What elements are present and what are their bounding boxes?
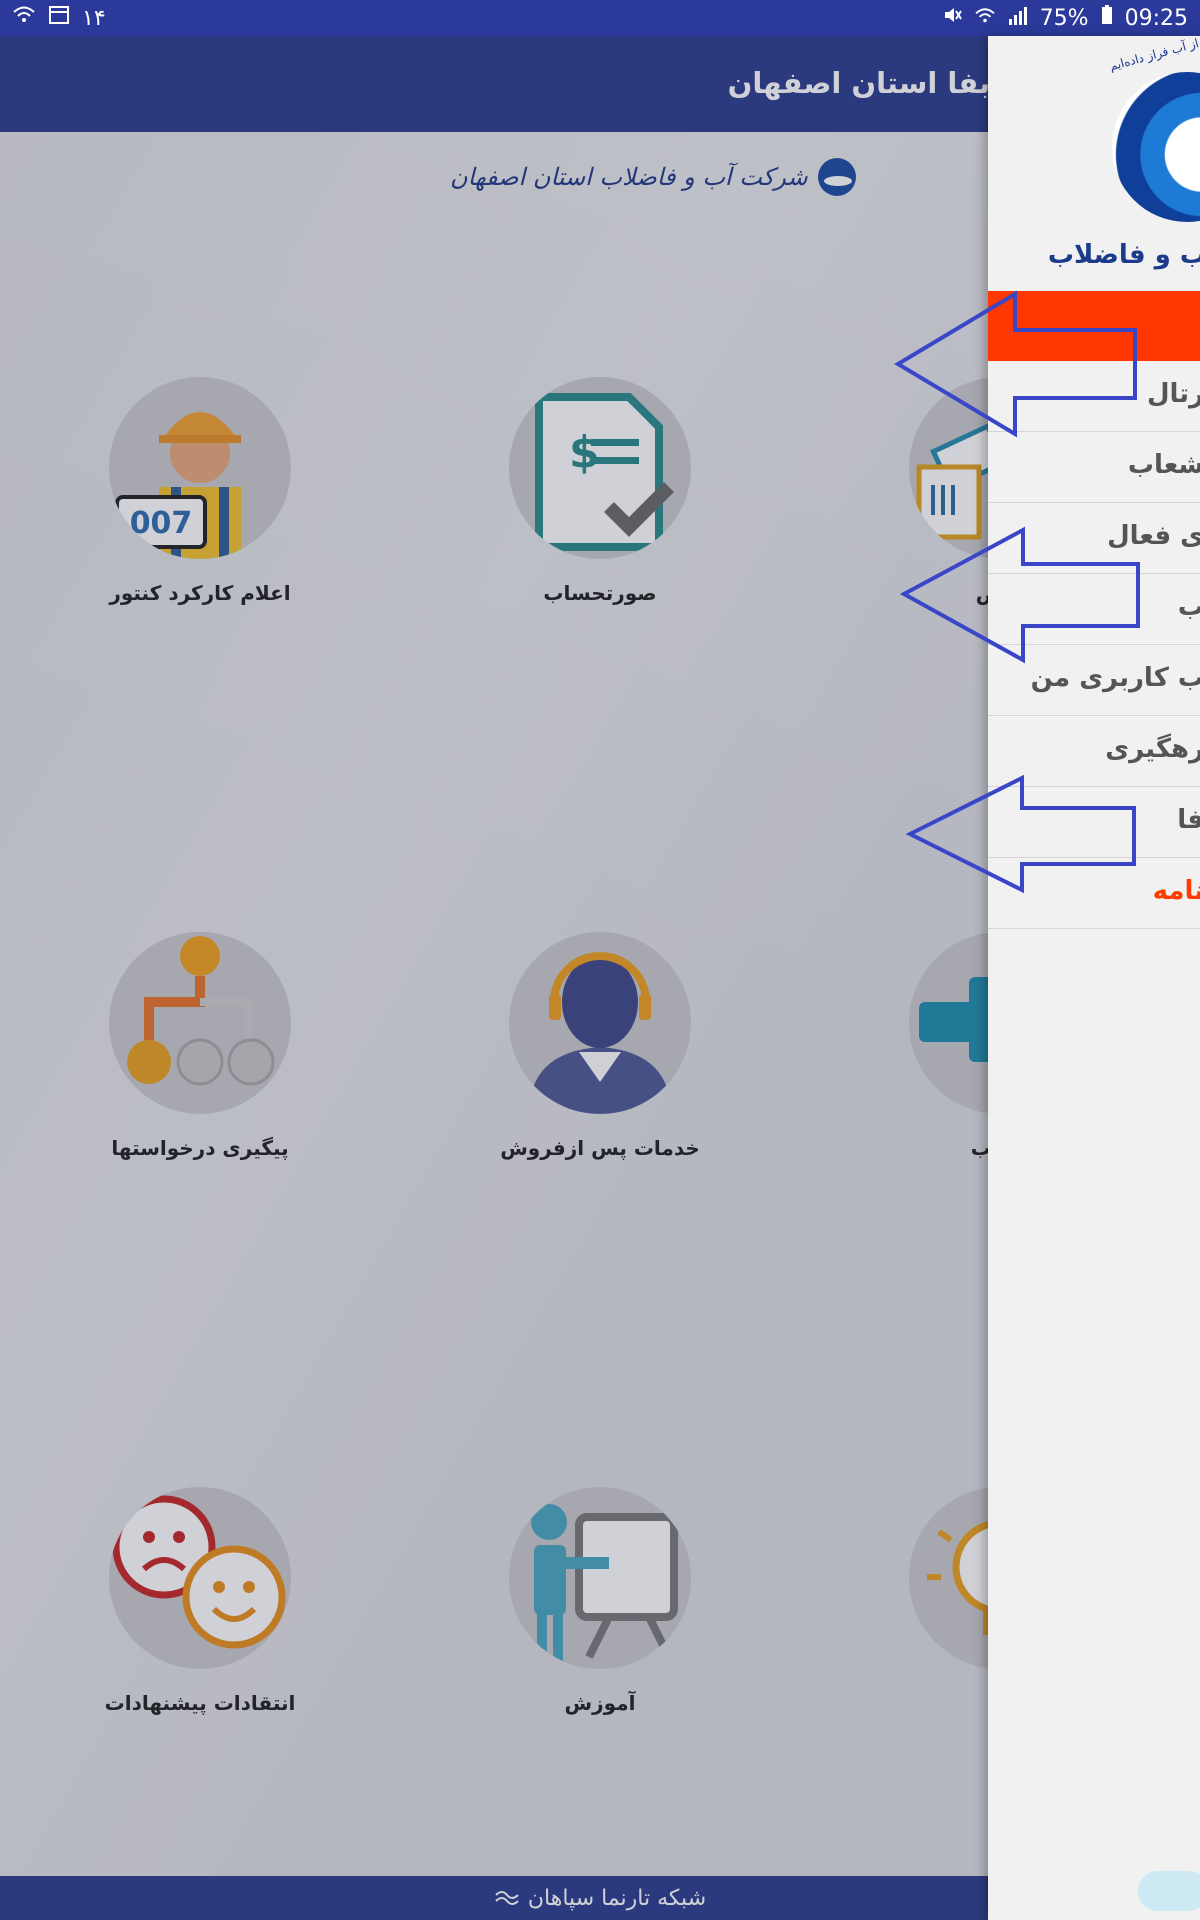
drawer-item-label: ب کاربری من bbox=[1030, 663, 1200, 693]
signal-icon bbox=[1008, 6, 1028, 31]
bill-icon: $ bbox=[509, 377, 691, 559]
status-left: ۱۴ bbox=[12, 5, 106, 31]
drawer-brand-text: ب و فاضلاب bbox=[1047, 240, 1200, 270]
tile-bill[interactable]: $ صورتحساب bbox=[490, 377, 710, 605]
drawer-item-label: رتال bbox=[1146, 379, 1200, 409]
drawer-item-label: ب bbox=[1177, 592, 1200, 622]
tile-label: اعلام کارکرد کنتور bbox=[109, 581, 291, 605]
svg-text:$: $ bbox=[569, 427, 600, 478]
wifi-icon bbox=[12, 5, 36, 31]
tile-label: صورتحساب bbox=[543, 581, 657, 605]
company-logo-text: شرکت آب و فاضلاب استان اصفهان bbox=[450, 163, 808, 191]
drawer-item-label: فا bbox=[1177, 805, 1200, 835]
drawer-brand-arc-text: را از آب فراز داده‌ایم bbox=[1107, 36, 1200, 74]
drawer-brand: را از آب فراز داده‌ایم ب و فاضلاب bbox=[988, 36, 1200, 291]
tile-label: پیگیری درخواستها bbox=[111, 1136, 289, 1160]
annotation-arrow-3 bbox=[905, 774, 1136, 894]
annotation-arrow-2 bbox=[899, 526, 1140, 664]
status-left-text: ۱۴ bbox=[82, 5, 106, 31]
company-emblem-icon bbox=[817, 158, 856, 196]
calendar-icon bbox=[48, 5, 70, 31]
status-bar: ۱۴ 75% 09:25 bbox=[0, 0, 1200, 36]
request-tracking-icon bbox=[109, 932, 291, 1114]
water-company-logo-icon bbox=[1112, 72, 1200, 222]
tile-meter-report[interactable]: 007 اعلام کارکرد کنتور bbox=[90, 377, 310, 605]
drawer-item-branches[interactable]: شعاب bbox=[988, 432, 1200, 503]
status-right: 75% 09:25 bbox=[942, 5, 1188, 31]
tile-after-sales[interactable]: خدمات پس ازفروش bbox=[490, 932, 710, 1160]
mute-icon bbox=[942, 5, 962, 31]
app-title: آبفا استان اصفهان bbox=[727, 66, 1000, 100]
meter-worker-icon: 007 bbox=[109, 377, 291, 559]
footer-text: شبکه تارنما سپاهان bbox=[527, 1885, 707, 1911]
battery-icon bbox=[1101, 5, 1113, 31]
tile-label: خدمات پس ازفروش bbox=[500, 1136, 700, 1160]
company-logo: شرکت آب و فاضلاب استان اصفهان bbox=[450, 154, 856, 200]
drawer-item-label: شعاب bbox=[1127, 450, 1200, 480]
drawer-item-label: نامه bbox=[1152, 876, 1200, 906]
annotation-arrow-1 bbox=[894, 290, 1137, 438]
wave-logo-icon bbox=[494, 1886, 520, 1911]
tile-feedback[interactable]: انتقادات پیشنهادات bbox=[90, 1487, 310, 1715]
tile-label: آموزش bbox=[564, 1691, 636, 1715]
tile-request-tracking[interactable]: پیگیری درخواستها bbox=[90, 932, 310, 1160]
svg-text:007: 007 bbox=[130, 506, 193, 541]
training-board-icon bbox=[509, 1487, 691, 1669]
wifi-icon bbox=[974, 6, 996, 31]
clock: 09:25 bbox=[1124, 5, 1188, 31]
tile-label: انتقادات پیشنهادات bbox=[104, 1691, 296, 1715]
tile-training[interactable]: آموزش bbox=[490, 1487, 710, 1715]
support-agent-icon bbox=[509, 932, 691, 1114]
cloud-icon bbox=[1138, 1871, 1200, 1911]
feedback-faces-icon bbox=[109, 1487, 291, 1669]
drawer-item-label: رهگیری bbox=[1105, 734, 1200, 764]
battery-percent: 75% bbox=[1039, 5, 1089, 31]
